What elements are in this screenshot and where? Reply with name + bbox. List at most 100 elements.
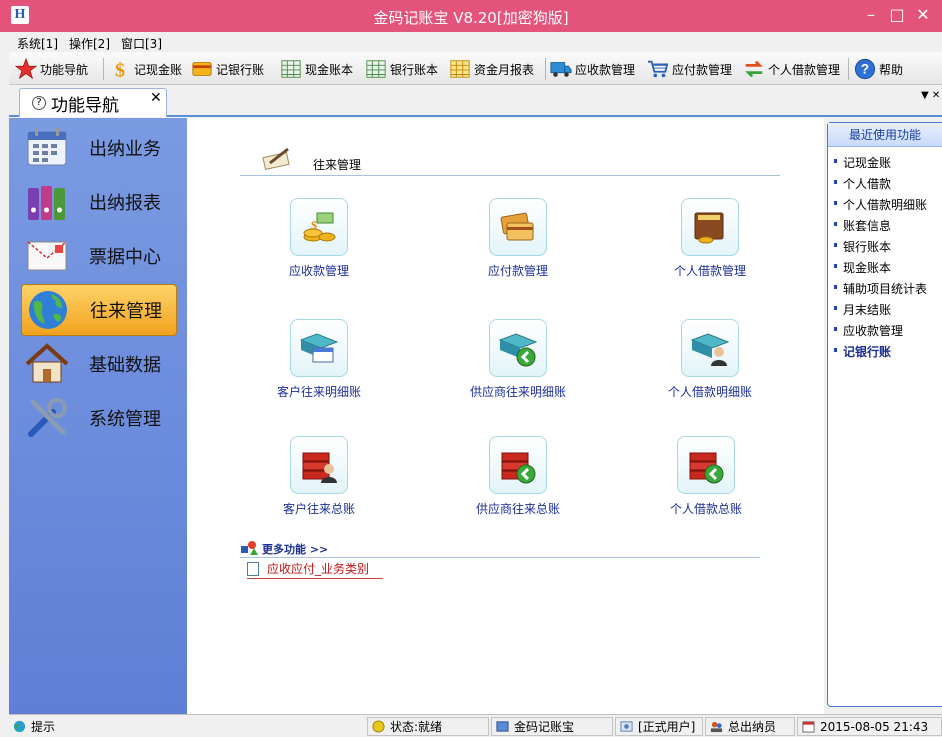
toolbar-cash-book-button[interactable]: 现金账本	[280, 57, 353, 81]
toolbar-bank-entry-button[interactable]: 记银行账	[191, 57, 264, 81]
recent-item[interactable]: 账套信息	[828, 218, 942, 239]
func-label: 客户往来明细账	[276, 385, 361, 399]
func-supplier-detail-ledger[interactable]: 供应商往来明细账	[448, 319, 588, 400]
func-icon-box	[489, 319, 547, 377]
recent-functions-panel: 最近使用功能 记现金账 个人借款 个人借款明细账 账套信息 银行账本 现金账本 …	[827, 122, 942, 707]
left-nav: 出纳业务 出纳报表 票据中心 往来管理 基础数据 系统管理	[9, 118, 187, 714]
toolbar-nav-button[interactable]: 功能导航	[15, 57, 88, 81]
globe-icon	[29, 291, 67, 329]
status-hint: 提示	[9, 717, 365, 736]
status-user: 总出纳员	[705, 717, 795, 736]
func-label: 个人借款总账	[669, 502, 742, 516]
func-icon-box	[290, 319, 348, 377]
nav-label: 往来管理	[90, 301, 162, 322]
grid-icon	[281, 60, 301, 78]
toolbar-label: 记银行账	[216, 62, 265, 77]
func-label: 个人借款明细账	[667, 385, 752, 399]
close-button[interactable]: ✕	[910, 4, 936, 26]
menu-system[interactable]: 系统[1]	[17, 35, 58, 52]
toolbar-monthly-report-button[interactable]: 资金月报表	[449, 57, 534, 81]
recent-item[interactable]: 银行账本	[828, 239, 942, 260]
func-customer-general-ledger[interactable]: 客户往来总账	[249, 436, 389, 517]
minimize-button[interactable]: –	[858, 4, 884, 26]
maximize-button[interactable]: □	[884, 4, 910, 26]
func-icon-box: $	[290, 198, 348, 256]
status-user-type: [正式用户]	[615, 717, 703, 736]
more-link-label: 应收应付_业务类别	[267, 562, 370, 576]
toolbar-personal-loan-button[interactable]: 个人借款管理	[743, 57, 840, 81]
recent-item[interactable]: 记现金账	[828, 155, 942, 176]
nav-label: 出纳报表	[89, 193, 161, 214]
grid-icon	[366, 60, 386, 78]
func-icon-box	[290, 436, 348, 494]
toolbar-label: 功能导航	[40, 62, 89, 77]
func-receivable-mgmt[interactable]: $ 应收款管理	[249, 198, 389, 279]
nav-item-basic-data[interactable]: 基础数据	[21, 338, 177, 390]
menu-window[interactable]: 窗口[3]	[121, 35, 162, 52]
help-icon: ?	[854, 58, 876, 80]
func-icon-box	[489, 198, 547, 256]
func-label: 应付款管理	[487, 264, 548, 278]
nav-item-reports[interactable]: 出纳报表	[21, 176, 177, 228]
toolbar-label: 应收款管理	[575, 62, 636, 77]
toolbar-payable-button[interactable]: 应付款管理	[647, 57, 732, 81]
nav-item-accounts[interactable]: 往来管理	[21, 284, 177, 336]
recent-item[interactable]: 个人借款	[828, 176, 942, 197]
nav-item-system[interactable]: 系统管理	[21, 392, 177, 444]
user-type-icon	[620, 721, 633, 732]
status-datetime: 2015-08-05 21:43	[797, 717, 942, 736]
nav-item-bills[interactable]: 票据中心	[21, 230, 177, 282]
tab-close-icon[interactable]: ✕	[150, 90, 162, 106]
calendar-icon	[27, 128, 67, 166]
shapes-icon	[241, 541, 258, 555]
toolbar-help-button[interactable]: ? 帮助	[854, 57, 903, 81]
toolbar-bank-book-button[interactable]: 银行账本	[365, 57, 438, 81]
status-bar: 提示 状态:就绪 金码记账宝 [正式用户] 总出纳员 2015-08-05 21…	[9, 714, 942, 737]
tab-function-nav[interactable]: ? 功能导航 ✕	[19, 88, 167, 117]
toolbar-label: 帮助	[879, 62, 904, 77]
binders-icon	[28, 186, 65, 220]
toolbar-receivable-button[interactable]: 应收款管理	[550, 57, 635, 81]
tab-label: 功能导航	[51, 95, 119, 116]
more-functions-title[interactable]: 更多功能 >>	[262, 541, 328, 557]
cards-icon	[500, 212, 534, 241]
func-personal-loan-general-ledger[interactable]: 个人借款总账	[636, 436, 776, 517]
func-label: 供应商往来明细账	[469, 385, 566, 399]
house-icon	[25, 343, 69, 383]
func-label: 客户往来总账	[282, 502, 355, 516]
svg-text:$: $	[115, 59, 125, 80]
func-payable-mgmt[interactable]: 应付款管理	[448, 198, 588, 279]
func-icon-box	[681, 198, 739, 256]
nav-label: 票据中心	[89, 247, 161, 268]
toolbar-label: 现金账本	[305, 62, 354, 77]
more-link-ar-ap-category[interactable]: 应收应付_业务类别	[247, 559, 383, 579]
books-back-icon	[501, 452, 536, 484]
menu-operation[interactable]: 操作[2]	[69, 35, 110, 52]
toolbar-cash-entry-button[interactable]: $ 记现金账	[109, 57, 182, 81]
cart-icon	[647, 60, 669, 78]
recent-functions-list: 记现金账 个人借款 个人借款明细账 账套信息 银行账本 现金账本 辅助项目统计表…	[828, 147, 942, 365]
recent-item[interactable]: 月末结账	[828, 302, 942, 323]
func-customer-detail-ledger[interactable]: 客户往来明细账	[249, 319, 389, 400]
toolbar-separator	[545, 58, 546, 80]
user-icon	[710, 721, 723, 733]
func-label: 供应商往来总账	[475, 502, 560, 516]
dollar-icon: $	[115, 59, 125, 80]
wallet-icon	[694, 212, 724, 244]
recent-item[interactable]: 个人借款明细账	[828, 197, 942, 218]
svg-text:$: $	[311, 218, 317, 232]
status-datetime-text: 2015-08-05 21:43	[820, 719, 929, 734]
recent-item[interactable]: 应收款管理	[828, 323, 942, 344]
toolbar-label: 资金月报表	[474, 62, 535, 77]
recent-item[interactable]: 辅助项目统计表	[828, 281, 942, 302]
func-icon-box	[489, 436, 547, 494]
section-title: 往来管理	[313, 158, 362, 172]
recent-item[interactable]: 现金账本	[828, 260, 942, 281]
func-supplier-general-ledger[interactable]: 供应商往来总账	[448, 436, 588, 517]
func-personal-loan-mgmt[interactable]: 个人借款管理	[640, 198, 780, 279]
tab-menu-controls[interactable]: ▼ ✕	[921, 90, 940, 101]
nav-item-cashier[interactable]: 出纳业务	[21, 122, 177, 174]
func-personal-loan-detail-ledger[interactable]: 个人借款明细账	[640, 319, 780, 400]
toolbar-label: 记现金账	[134, 62, 183, 77]
recent-item[interactable]: 记银行账	[828, 344, 942, 365]
